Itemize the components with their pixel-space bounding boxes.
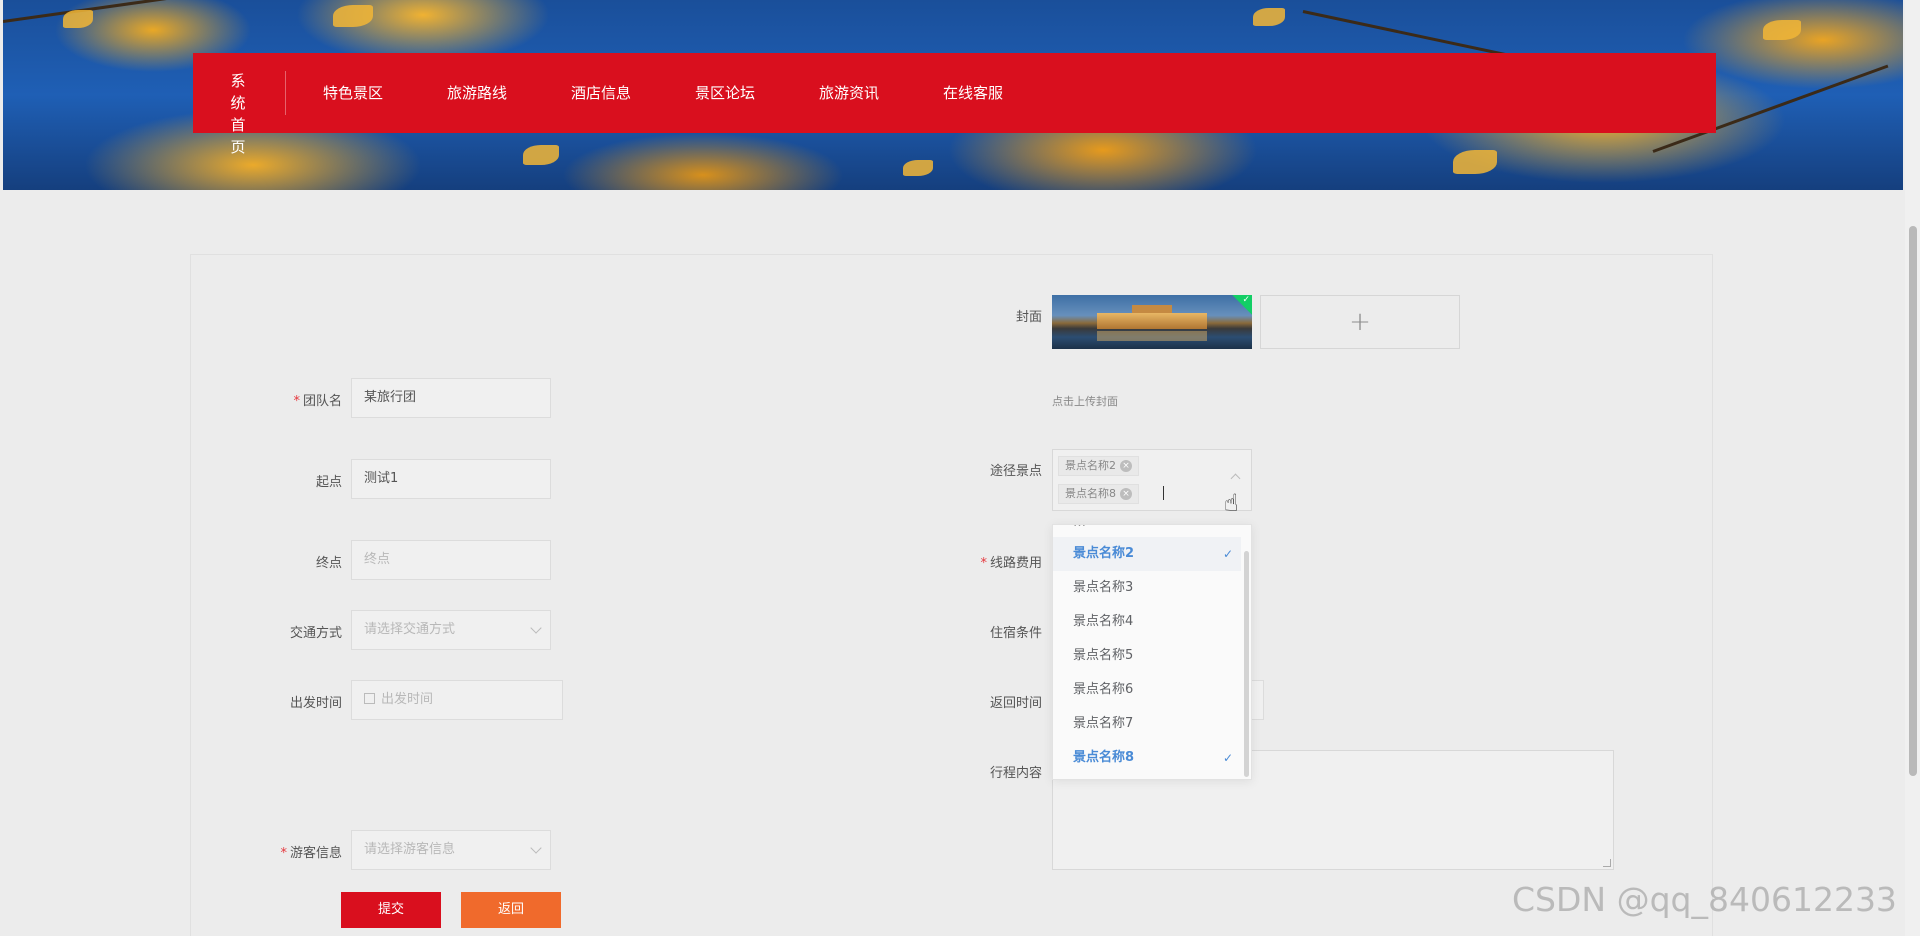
team-name-label-text: 团队名 (302, 394, 342, 409)
spots-multiselect[interactable]: 景点名称2 × 景点名称8 × (1052, 449, 1252, 511)
dropdown-option[interactable]: 景点名称5 (1053, 639, 1241, 673)
dropdown-option[interactable]: 景点名称8 ✓ (1053, 741, 1241, 775)
header-banner: 系 统 首 页 特色景区 旅游路线 酒店信息 景区论坛 旅游资讯 在线客服 (3, 0, 1903, 190)
dropdown-option-label: 景点名称6 (1073, 682, 1134, 697)
resize-handle[interactable] (1603, 859, 1611, 867)
spots-dropdown: … 景点名称2 ✓ 景点名称3 景点名称4 景点名称5 景点名称6 景点名称7 景… (1052, 524, 1252, 780)
nav-item-support[interactable]: 在线客服 (943, 82, 1003, 103)
required-mark: * (980, 556, 987, 571)
banner-leaf (1763, 20, 1801, 40)
upload-cover-hint: 点击上传封面 (1052, 395, 1118, 408)
tourist-label: * 游客信息 (242, 842, 342, 861)
end-label: 终点 (315, 556, 342, 571)
main-navbar: 系 统 首 页 特色景区 旅游路线 酒店信息 景区论坛 旅游资讯 在线客服 (193, 53, 1716, 156)
cover-building (1097, 313, 1207, 329)
cover-label: 封面 (1015, 310, 1042, 325)
team-name-label: * 团队名 (242, 390, 342, 409)
nav-divider (285, 71, 286, 115)
transport-select-placeholder: 请选择交通方式 (364, 622, 456, 637)
tourist-select-placeholder: 请选择游客信息 (364, 842, 456, 857)
required-mark: * (293, 394, 300, 409)
banner-branch (3, 0, 261, 23)
fee-label: * 线路费用 (942, 552, 1042, 571)
dropdown-option-label: 景点名称4 (1073, 614, 1134, 629)
check-icon: ✓ (1222, 751, 1233, 765)
dropdown-option-label: 景点名称7 (1073, 716, 1134, 731)
submit-button[interactable]: 提交 (341, 892, 441, 928)
page-scrollbar-thumb[interactable] (1909, 226, 1917, 776)
nav-item-scenic[interactable]: 特色景区 (323, 82, 383, 103)
dropdown-clipped-option: … (1073, 525, 1086, 530)
team-name-input[interactable]: 某旅行团 (351, 378, 551, 418)
chevron-down-icon (530, 622, 542, 634)
upload-cover-button[interactable]: + (1260, 295, 1460, 349)
dropdown-option[interactable]: 景点名称7 (1053, 707, 1241, 741)
dropdown-option[interactable]: 景点名称2 ✓ (1053, 537, 1241, 571)
return-label: 返回时间 (989, 696, 1042, 711)
spots-label: 途径景点 (989, 464, 1042, 479)
close-icon[interactable]: × (1120, 488, 1132, 500)
start-input[interactable]: 测试1 (351, 459, 551, 499)
spot-tag-label: 景点名称2 (1065, 459, 1116, 472)
itinerary-label: 行程内容 (989, 766, 1042, 781)
chevron-up-icon (1230, 473, 1241, 484)
cover-image[interactable]: ✓ (1052, 295, 1252, 349)
banner-leaf (333, 5, 373, 27)
nav-item-news[interactable]: 旅游资讯 (819, 82, 879, 103)
check-icon: ✓ (1222, 547, 1233, 561)
watermark: CSDN @qq_840612233 (1512, 880, 1897, 919)
nav-home-link[interactable]: 系 统 首 页 (219, 70, 261, 158)
transport-label: 交通方式 (289, 626, 342, 641)
page-scrollbar[interactable] (1905, 0, 1920, 936)
banner-leaf (523, 145, 559, 165)
nav-item-forum[interactable]: 景区论坛 (695, 82, 755, 103)
dropdown-option[interactable]: 景点名称4 (1053, 605, 1241, 639)
depart-date-picker[interactable]: 出发时间 (351, 680, 563, 720)
text-caret (1163, 486, 1164, 500)
end-input[interactable]: 终点 (351, 540, 551, 580)
transport-select[interactable]: 请选择交通方式 (351, 610, 551, 650)
start-label: 起点 (315, 475, 342, 490)
depart-placeholder: 出发时间 (381, 692, 434, 707)
back-button[interactable]: 返回 (461, 892, 561, 928)
dropdown-option-label: 景点名称3 (1073, 580, 1134, 595)
dropdown-scrollbar[interactable] (1244, 551, 1249, 777)
spot-tag-label: 景点名称8 (1065, 487, 1116, 500)
dropdown-option[interactable]: 景点名称3 (1053, 571, 1241, 605)
depart-label: 出发时间 (289, 696, 342, 711)
chevron-down-icon (530, 842, 542, 854)
check-icon: ✓ (1242, 295, 1250, 305)
calendar-icon (364, 693, 375, 704)
dropdown-option-label: 景点名称5 (1073, 648, 1134, 663)
banner-leaf (1253, 8, 1285, 26)
cover-reflection (1097, 331, 1207, 341)
lodging-label: 住宿条件 (989, 626, 1042, 641)
tourist-label-text: 游客信息 (289, 846, 342, 861)
hand-pointer-icon: ☝ (1224, 489, 1239, 517)
nav-item-routes[interactable]: 旅游路线 (447, 82, 507, 103)
close-icon[interactable]: × (1120, 460, 1132, 472)
nav-item-hotels[interactable]: 酒店信息 (571, 82, 631, 103)
spot-tag: 景点名称8 × (1058, 484, 1139, 504)
dropdown-option-label: 景点名称8 (1073, 750, 1135, 765)
banner-leaf (903, 160, 933, 176)
dropdown-option[interactable]: 景点名称6 (1053, 673, 1241, 707)
spot-tag: 景点名称2 × (1058, 456, 1139, 476)
banner-leaf (63, 10, 93, 28)
required-mark: * (280, 846, 287, 861)
dropdown-option-label: 景点名称2 (1073, 546, 1135, 561)
banner-leaf (1453, 150, 1497, 174)
tourist-select[interactable]: 请选择游客信息 (351, 830, 551, 870)
fee-label-text: 线路费用 (989, 556, 1042, 571)
